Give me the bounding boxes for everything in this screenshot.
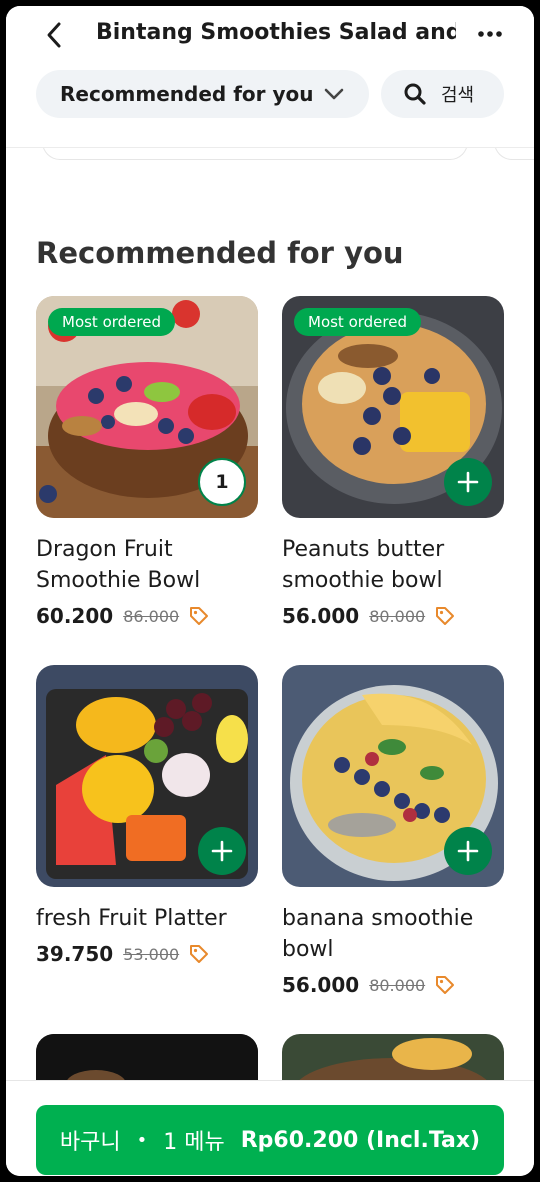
product-name: banana smoothie bowl [282, 906, 474, 962]
basket-separator: • [136, 1129, 148, 1151]
price-row: 56.000 80.000 [282, 973, 504, 997]
product-price: 56.000 [282, 973, 360, 997]
product-price: 39.750 [36, 942, 114, 966]
product-price: 60.200 [36, 604, 114, 628]
plus-icon [457, 840, 479, 862]
product-card[interactable]: banana smoothie bowl 56.000 80.000 [282, 665, 504, 997]
product-image[interactable] [282, 665, 504, 887]
basket-button[interactable]: 바구니 • 1 메뉴 Rp60.200 (Incl.Tax) [36, 1105, 504, 1175]
phone-screen: Bintang Smoothies Salad and... Recommend… [6, 6, 534, 1176]
most-ordered-badge: Most ordered [294, 308, 422, 336]
product-name: Dragon Fruit Smoothie Bowl [36, 537, 201, 593]
search-button[interactable]: 검색 [381, 70, 504, 118]
section-title: Recommended for you [36, 236, 404, 270]
page-title: Bintang Smoothies Salad and... [96, 20, 456, 45]
bottom-bar: 바구니 • 1 메뉴 Rp60.200 (Incl.Tax) [6, 1080, 534, 1176]
add-button[interactable] [198, 827, 246, 875]
more-button[interactable] [474, 20, 506, 48]
basket-total: Rp60.200 (Incl.Tax) [240, 1127, 481, 1153]
most-ordered-badge: Most ordered [48, 308, 176, 336]
search-label: 검색 [441, 85, 475, 106]
price-tag-icon [190, 945, 209, 963]
more-icon [478, 31, 502, 37]
price-row: 56.000 80.000 [282, 604, 504, 628]
price-tag-icon [436, 607, 455, 625]
back-icon [47, 22, 61, 48]
back-button[interactable] [40, 18, 68, 52]
product-card[interactable]: Most ordered 1 Dragon Fruit Smoothie Bow… [36, 296, 258, 628]
product-old-price: 86.000 [123, 606, 180, 626]
basket-count: 1 메뉴 [163, 1130, 225, 1155]
plus-icon [457, 471, 479, 493]
product-image[interactable]: Most ordered [282, 296, 504, 518]
product-price: 56.000 [282, 604, 360, 628]
product-card[interactable]: Most ordered Peanuts butter smoothie bow… [282, 296, 504, 628]
product-card[interactable]: fresh Fruit Platter 39.750 53.000 [36, 665, 258, 966]
add-button[interactable] [444, 827, 492, 875]
product-image[interactable]: Most ordered 1 [36, 296, 258, 518]
quantity-button[interactable]: 1 [198, 458, 246, 506]
price-row: 39.750 53.000 [36, 942, 258, 966]
product-old-price: 53.000 [123, 944, 180, 964]
category-label: Recommended for you [60, 82, 314, 106]
basket-label: 바구니 [59, 1130, 121, 1155]
product-name: Peanuts butter smoothie bowl [282, 537, 445, 593]
product-name: fresh Fruit Platter [36, 906, 227, 931]
category-dropdown[interactable]: Recommended for you [36, 70, 369, 118]
product-old-price: 80.000 [369, 606, 426, 626]
chevron-down-icon [324, 88, 344, 100]
product-image[interactable] [36, 665, 258, 887]
price-tag-icon [190, 607, 209, 625]
search-icon [404, 83, 426, 105]
top-bar: Bintang Smoothies Salad and... Recommend… [6, 6, 534, 148]
add-button[interactable] [444, 458, 492, 506]
plus-icon [211, 840, 233, 862]
product-old-price: 80.000 [369, 975, 426, 995]
price-tag-icon [436, 976, 455, 994]
price-row: 60.200 86.000 [36, 604, 258, 628]
